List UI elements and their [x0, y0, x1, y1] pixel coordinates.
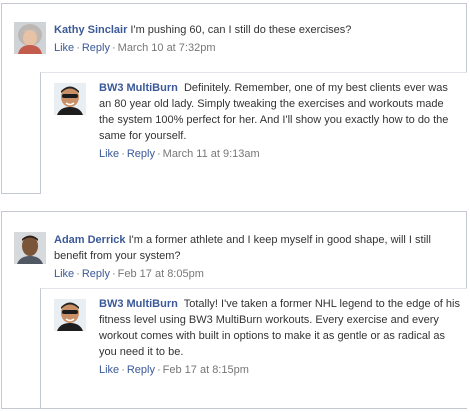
author-name[interactable]: Kathy Sinclair [54, 24, 127, 36]
woman-profile-photo-icon [14, 22, 46, 54]
comment-thread: Kathy Sinclair I'm pushing 60, can I sti… [1, 3, 467, 194]
man-sunglasses-profile-photo-icon [54, 83, 86, 115]
comment-text-line: Adam Derrick I'm a former athlete and I … [54, 232, 454, 264]
like-link[interactable]: Like [54, 42, 74, 54]
timestamp[interactable]: March 11 at 9:13am [163, 148, 260, 160]
separator: · [76, 268, 80, 280]
comment-actions: Like · Reply · March 10 at 7:32pm [54, 40, 454, 56]
author-name[interactable]: BW3 MultiBurn [99, 298, 178, 310]
comment-text-line: Kathy Sinclair I'm pushing 60, can I sti… [54, 22, 454, 38]
avatar[interactable] [54, 299, 86, 331]
reply: BW3 MultiBurn Definitely. Remember, one … [40, 72, 467, 194]
avatar[interactable] [14, 232, 46, 264]
reply: BW3 MultiBurn Totally! I've taken a form… [40, 288, 467, 408]
separator: · [121, 148, 125, 160]
reply-text-block: BW3 MultiBurn Totally! I've taken a form… [99, 296, 461, 360]
reply-text-block: BW3 MultiBurn Definitely. Remember, one … [99, 80, 461, 144]
man-sunglasses-profile-photo-icon [54, 299, 86, 331]
comment-actions: Like · Reply · Feb 17 at 8:05pm [54, 266, 454, 282]
comment-thread: Adam Derrick I'm a former athlete and I … [1, 211, 467, 409]
reply-link[interactable]: Reply [82, 42, 110, 54]
reply-actions: Like · Reply · March 11 at 9:13am [99, 146, 461, 162]
separator: · [156, 364, 161, 376]
author-name[interactable]: BW3 MultiBurn [99, 82, 178, 94]
separator: · [111, 268, 116, 280]
like-link[interactable]: Like [99, 148, 119, 160]
like-link[interactable]: Like [99, 364, 119, 376]
separator: · [111, 42, 116, 54]
man-profile-photo-icon [14, 232, 46, 264]
reply-body: BW3 MultiBurn Definitely. Remember, one … [99, 80, 461, 162]
timestamp[interactable]: March 10 at 7:32pm [118, 42, 216, 54]
separator: · [156, 148, 161, 160]
comment-text: I'm pushing 60, can I still do these exe… [130, 24, 352, 36]
comment-body: Kathy Sinclair I'm pushing 60, can I sti… [54, 22, 454, 56]
reply-link[interactable]: Reply [127, 364, 155, 376]
avatar[interactable] [54, 83, 86, 115]
timestamp[interactable]: Feb 17 at 8:15pm [163, 364, 249, 376]
author-name[interactable]: Adam Derrick [54, 234, 126, 246]
comment-body: Adam Derrick I'm a former athlete and I … [54, 232, 454, 282]
timestamp[interactable]: Feb 17 at 8:05pm [118, 268, 204, 280]
like-link[interactable]: Like [54, 268, 74, 280]
avatar[interactable] [14, 22, 46, 54]
reply-body: BW3 MultiBurn Totally! I've taken a form… [99, 296, 461, 378]
reply-link[interactable]: Reply [82, 268, 110, 280]
separator: · [76, 42, 80, 54]
reply-link[interactable]: Reply [127, 148, 155, 160]
separator: · [121, 364, 125, 376]
reply-actions: Like · Reply · Feb 17 at 8:15pm [99, 362, 461, 378]
